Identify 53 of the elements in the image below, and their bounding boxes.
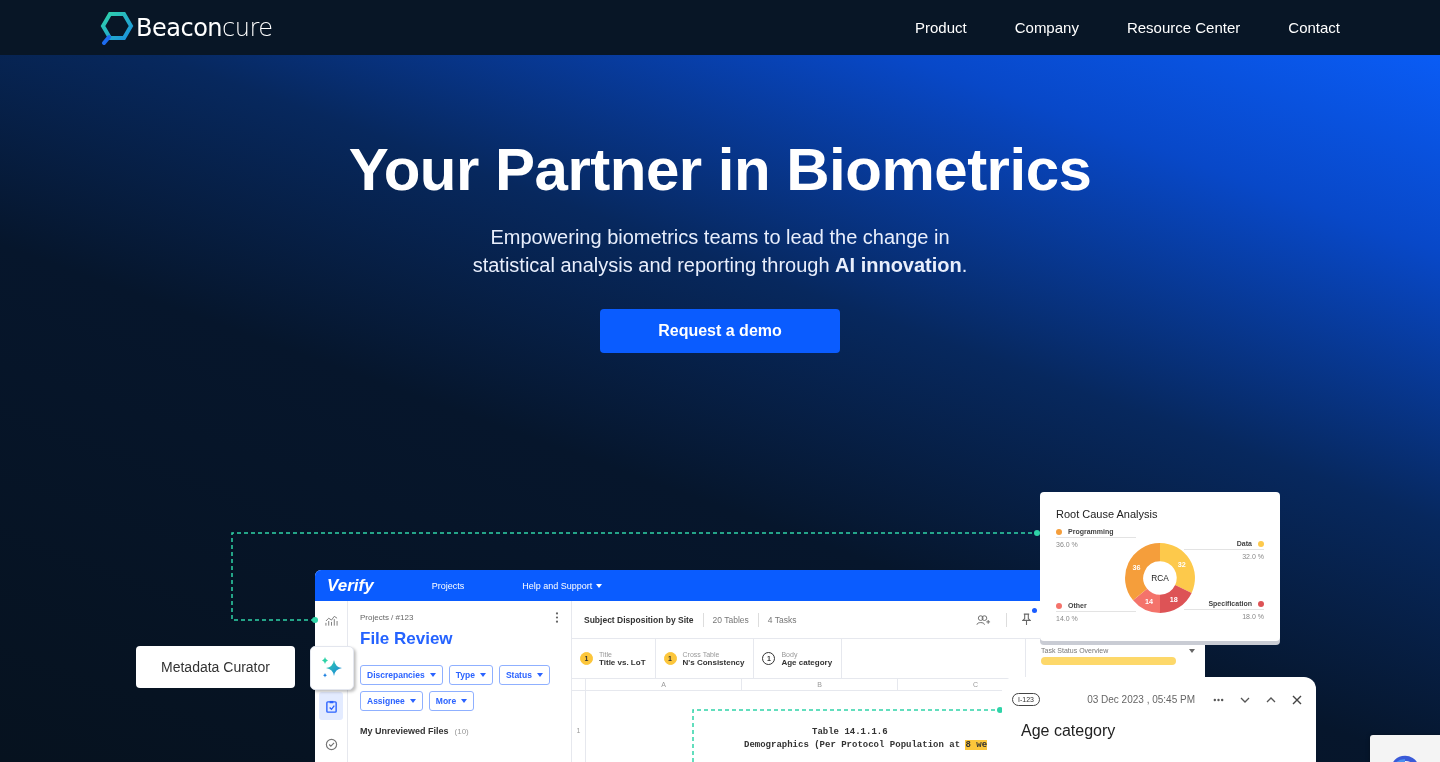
app-menu-item[interactable]: Projects <box>431 580 465 591</box>
clipboard-icon <box>324 699 338 713</box>
more-options-icon[interactable] <box>555 612 559 623</box>
card-title: Root Cause Analysis <box>1056 508 1159 520</box>
logo-text[interactable]: Beaconcure <box>136 13 273 42</box>
caret-icon <box>536 673 543 677</box>
chevron-up-icon[interactable] <box>1266 696 1276 703</box>
issue-name: Title vs. LoT <box>599 657 646 667</box>
nav-link[interactable]: Contact <box>1288 19 1340 36</box>
timestamp: 03 Dec 2023 , 05:45 PM <box>1087 694 1195 705</box>
page-title: File Review <box>360 629 454 649</box>
chart-center-label: RCA <box>1151 573 1169 584</box>
logo-icon[interactable] <box>100 10 134 45</box>
caret-icon[interactable] <box>1189 648 1195 653</box>
filter-dropdown[interactable]: Type <box>448 665 493 685</box>
metadata-curator-tooltip: Metadata Curator <box>136 646 295 688</box>
file-count: (10) <box>454 727 469 736</box>
tasks-count: 4 Tasks <box>767 614 797 625</box>
caret-icon <box>479 673 486 677</box>
hero-subtitle: Empowering biometrics teams to lead the change in statistical analysis and reporting through AI innovation. <box>471 225 969 278</box>
highlighted-text: 8 we <box>965 740 988 750</box>
filter-dropdown[interactable]: Status <box>498 665 550 685</box>
close-icon[interactable] <box>1292 694 1302 705</box>
chevron-down-icon[interactable] <box>1240 696 1250 703</box>
check-circle-icon <box>324 737 338 751</box>
request-demo-button[interactable]: Request a demo <box>600 309 840 353</box>
table-subtitle: Demographics (Per Protocol Population at <box>744 740 961 750</box>
comment-title: Age category <box>1021 722 1117 740</box>
filter-dropdown[interactable]: Assignee <box>360 691 423 711</box>
nav-link[interactable]: Product <box>915 19 967 36</box>
issue-name: N's Consistency <box>682 657 745 667</box>
more-icon[interactable] <box>1213 697 1224 702</box>
nav-link[interactable]: Resource Center <box>1126 19 1241 36</box>
table-title: Table 14.1.1.6 <box>812 727 888 737</box>
caret-icon <box>429 673 436 677</box>
caret-icon <box>461 699 468 703</box>
caret-icon <box>409 699 416 703</box>
chart-icon <box>324 615 338 627</box>
app-logo[interactable]: Verify <box>327 575 374 596</box>
filter-dropdown[interactable]: More <box>428 691 475 711</box>
app-menu-item[interactable]: Help and Support <box>522 580 603 591</box>
filter-dropdown[interactable]: Discrepancies <box>360 665 443 685</box>
breadcrumb[interactable]: Projects / #123 <box>360 613 414 622</box>
pin-icon[interactable] <box>1022 613 1031 626</box>
report-title: Subject Disposition by Site <box>584 614 694 625</box>
hero-title: Your Partner in Biometrics <box>348 135 1092 205</box>
sparkle-button[interactable] <box>310 646 354 690</box>
issue-name: Age category <box>781 657 833 667</box>
nav-link[interactable]: Company <box>1014 19 1079 36</box>
add-user-icon[interactable] <box>976 613 991 626</box>
rail-button[interactable] <box>319 692 343 720</box>
tables-count: 20 Tables <box>712 614 749 625</box>
section-heading: My Unreviewed Files <box>360 726 449 736</box>
